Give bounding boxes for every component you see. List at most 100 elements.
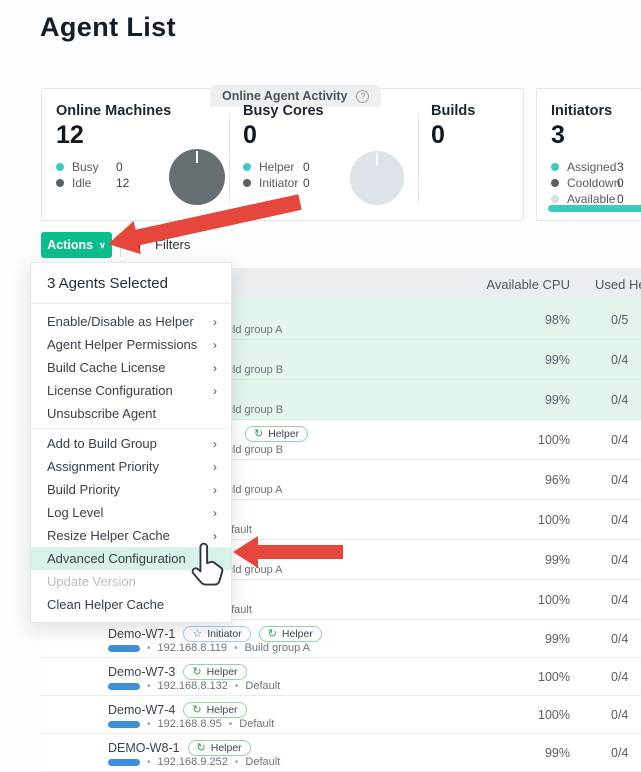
menu-item-label: License Configuration bbox=[47, 383, 173, 398]
agent-name: Demo-W7-3 bbox=[108, 665, 175, 679]
help-icon[interactable]: ? bbox=[356, 90, 369, 103]
menu-item-label: Build Cache License bbox=[47, 360, 166, 375]
menu-item-resize-helper-cache[interactable]: Resize Helper Cache › bbox=[31, 524, 231, 547]
chevron-right-icon: › bbox=[213, 315, 217, 329]
helper-badge: ↻Helper bbox=[259, 626, 322, 642]
menu-item-label: Unsubscribe Agent bbox=[47, 406, 156, 421]
agent-ip: 192.168.8.95 bbox=[158, 718, 222, 730]
chevron-down-icon: ∨ bbox=[99, 240, 106, 251]
agent-build-group: Build group A bbox=[245, 642, 310, 654]
agent-ip: 192.168.8.119 bbox=[158, 642, 228, 654]
chevron-right-icon: › bbox=[213, 361, 217, 375]
menu-item-label: Enable/Disable as Helper bbox=[47, 314, 194, 329]
helper-badge: ↻Helper bbox=[245, 426, 308, 442]
available-cpu-value: 98% bbox=[545, 313, 570, 327]
menu-divider bbox=[31, 303, 231, 304]
stat-busy-cores: Busy Cores0Helper0Initiator0 bbox=[243, 103, 324, 191]
menu-item-label: Log Level bbox=[47, 505, 103, 520]
legend-dot-icon bbox=[56, 179, 64, 187]
menu-item-advanced-configuration[interactable]: Advanced Configuration bbox=[31, 547, 231, 570]
column-header-used-helpers[interactable]: Used Helpers bbox=[595, 277, 641, 292]
agent-name: Demo-W7-4 bbox=[108, 703, 175, 717]
menu-item-label: Agent Helper Permissions bbox=[47, 337, 197, 352]
menu-item-label: Update Version bbox=[47, 574, 136, 589]
column-header-available-cpu[interactable]: Available CPU bbox=[486, 277, 570, 292]
stat-legend: Assigned3Cooldown0Available0 bbox=[551, 159, 624, 207]
menu-item-agent-helper-permissions[interactable]: Agent Helper Permissions › bbox=[31, 333, 231, 356]
menu-header-agents-selected: 3 Agents Selected bbox=[31, 263, 231, 303]
available-cpu-value: 100% bbox=[538, 670, 570, 684]
filters-button[interactable]: Filters bbox=[131, 236, 190, 253]
used-helpers-value: 0/4 bbox=[611, 708, 628, 722]
used-helpers-value: 0/4 bbox=[611, 632, 628, 646]
legend-row: Cooldown0 bbox=[551, 175, 624, 191]
agent-ip: 192.168.8.132 bbox=[158, 680, 228, 692]
tab-label: Online Agent Activity bbox=[222, 89, 347, 103]
menu-divider bbox=[31, 428, 231, 429]
table-row[interactable]: Demo-W7-4 ↻Helper • 192.168.8.95 • Defau… bbox=[41, 696, 641, 734]
card-divider bbox=[418, 113, 419, 204]
chevron-right-icon: › bbox=[213, 338, 217, 352]
stat-label: Online Machines bbox=[56, 103, 171, 119]
menu-item-label: Resize Helper Cache bbox=[47, 528, 170, 543]
online-machines-donut-chart bbox=[169, 149, 225, 205]
stat-value: 3 bbox=[551, 122, 624, 150]
table-row[interactable]: Demo-W7-3 ↻Helper • 192.168.8.132 • Defa… bbox=[41, 658, 641, 696]
agent-badges: ↻Helper bbox=[188, 740, 251, 756]
available-cpu-value: 99% bbox=[545, 632, 570, 646]
legend-name: Available bbox=[567, 192, 617, 206]
online-agent-activity-card: Online Agent Activity ? Online Machines 1… bbox=[41, 88, 524, 221]
legend-value: 12 bbox=[116, 176, 129, 190]
menu-item-label: Add to Build Group bbox=[47, 436, 157, 451]
initiator-badge: ☆Initiator bbox=[183, 626, 250, 642]
helper-badge: ↻Helper bbox=[183, 702, 246, 718]
filter-funnel-icon bbox=[131, 236, 146, 253]
separator-dot: • bbox=[235, 757, 239, 768]
initiators-card: Initiators3Assigned3Cooldown0Available0 bbox=[536, 88, 641, 221]
stat-legend: Busy0Idle12 bbox=[56, 159, 171, 191]
menu-item-license-configuration[interactable]: License Configuration › bbox=[31, 379, 231, 402]
menu-item-build-cache-license[interactable]: Build Cache License › bbox=[31, 356, 231, 379]
separator-dot: • bbox=[234, 643, 238, 654]
stat-value: 0 bbox=[243, 122, 324, 150]
agent-build-group: Default bbox=[245, 756, 280, 768]
actions-button[interactable]: Actions ∨ bbox=[41, 232, 112, 258]
stat-legend: Helper0Initiator0 bbox=[243, 159, 324, 191]
helper-badge-icon: ↻ bbox=[254, 429, 263, 440]
legend-name: Initiator bbox=[259, 176, 303, 190]
agent-badges: ↻Helper bbox=[183, 702, 246, 718]
agent-build-group: Default bbox=[245, 680, 280, 692]
legend-dot-icon bbox=[56, 163, 64, 171]
legend-dot-icon bbox=[551, 179, 559, 187]
chevron-right-icon: › bbox=[213, 483, 217, 497]
helper-badge-icon: ↻ bbox=[197, 743, 206, 754]
legend-row: Assigned3 bbox=[551, 159, 624, 175]
legend-value: 0 bbox=[617, 192, 624, 206]
available-cpu-value: 100% bbox=[538, 708, 570, 722]
legend-row: Busy0 bbox=[56, 159, 171, 175]
available-cpu-value: 100% bbox=[538, 433, 570, 447]
used-helpers-value: 0/4 bbox=[611, 593, 628, 607]
menu-item-log-level[interactable]: Log Level › bbox=[31, 501, 231, 524]
used-helpers-value: 0/4 bbox=[611, 670, 628, 684]
used-helpers-value: 0/5 bbox=[611, 313, 628, 327]
menu-item-unsubscribe-agent[interactable]: Unsubscribe Agent bbox=[31, 402, 231, 425]
page-title: Agent List bbox=[40, 12, 176, 43]
agent-badges: ↻Helper bbox=[245, 426, 308, 442]
menu-item-build-priority[interactable]: Build Priority › bbox=[31, 478, 231, 501]
menu-item-add-to-build-group[interactable]: Add to Build Group › bbox=[31, 432, 231, 455]
table-row[interactable]: Demo-W7-1 ☆Initiator↻Helper • 192.168.8.… bbox=[41, 620, 641, 658]
legend-row: Idle12 bbox=[56, 175, 171, 191]
separator-dot: • bbox=[235, 681, 239, 692]
agent-status-bar bbox=[108, 759, 140, 766]
helper-badge: ↻Helper bbox=[188, 740, 251, 756]
used-helpers-value: 0/4 bbox=[611, 393, 628, 407]
agent-status-bar bbox=[108, 683, 140, 690]
menu-item-assignment-priority[interactable]: Assignment Priority › bbox=[31, 455, 231, 478]
menu-item-enable-disable-as-helper[interactable]: Enable/Disable as Helper › bbox=[31, 310, 231, 333]
chevron-right-icon: › bbox=[213, 437, 217, 451]
table-row[interactable]: DEMO-W8-1 ↻Helper • 192.168.9.252 • Defa… bbox=[41, 734, 641, 772]
separator-dot: • bbox=[147, 681, 151, 692]
used-helpers-value: 0/4 bbox=[611, 513, 628, 527]
menu-item-clean-helper-cache[interactable]: Clean Helper Cache bbox=[31, 593, 231, 616]
